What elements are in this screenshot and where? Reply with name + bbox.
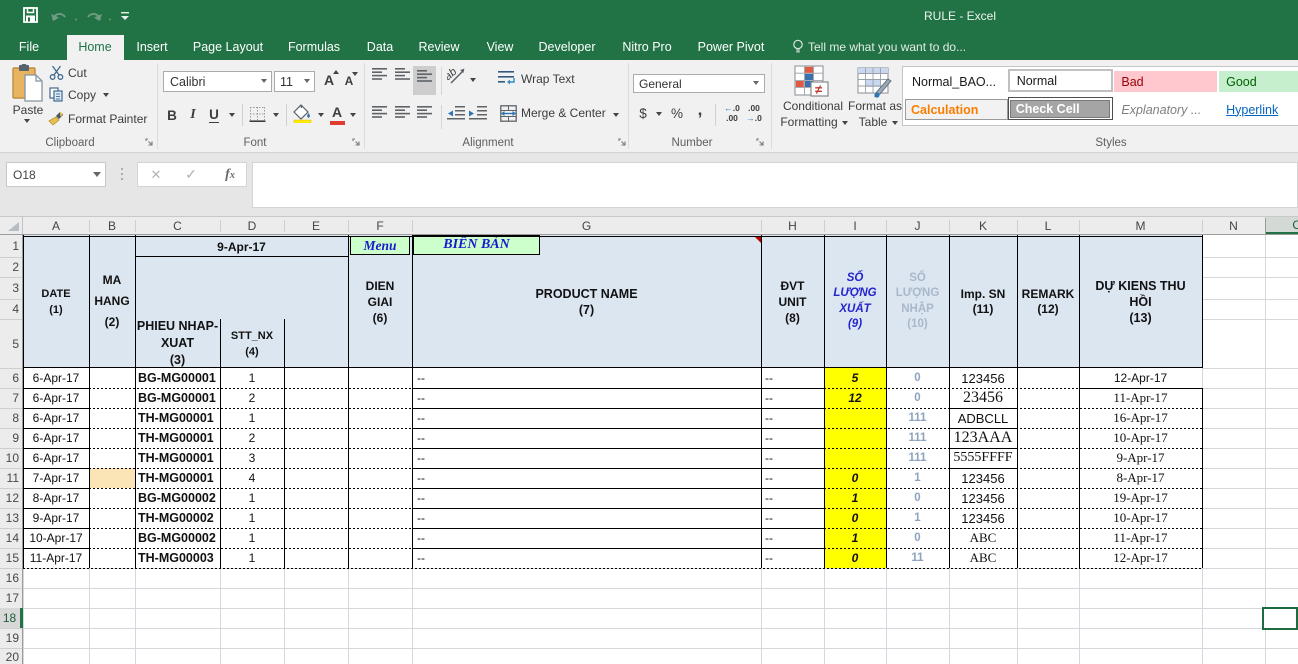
svg-text:≠: ≠ [815,82,822,97]
